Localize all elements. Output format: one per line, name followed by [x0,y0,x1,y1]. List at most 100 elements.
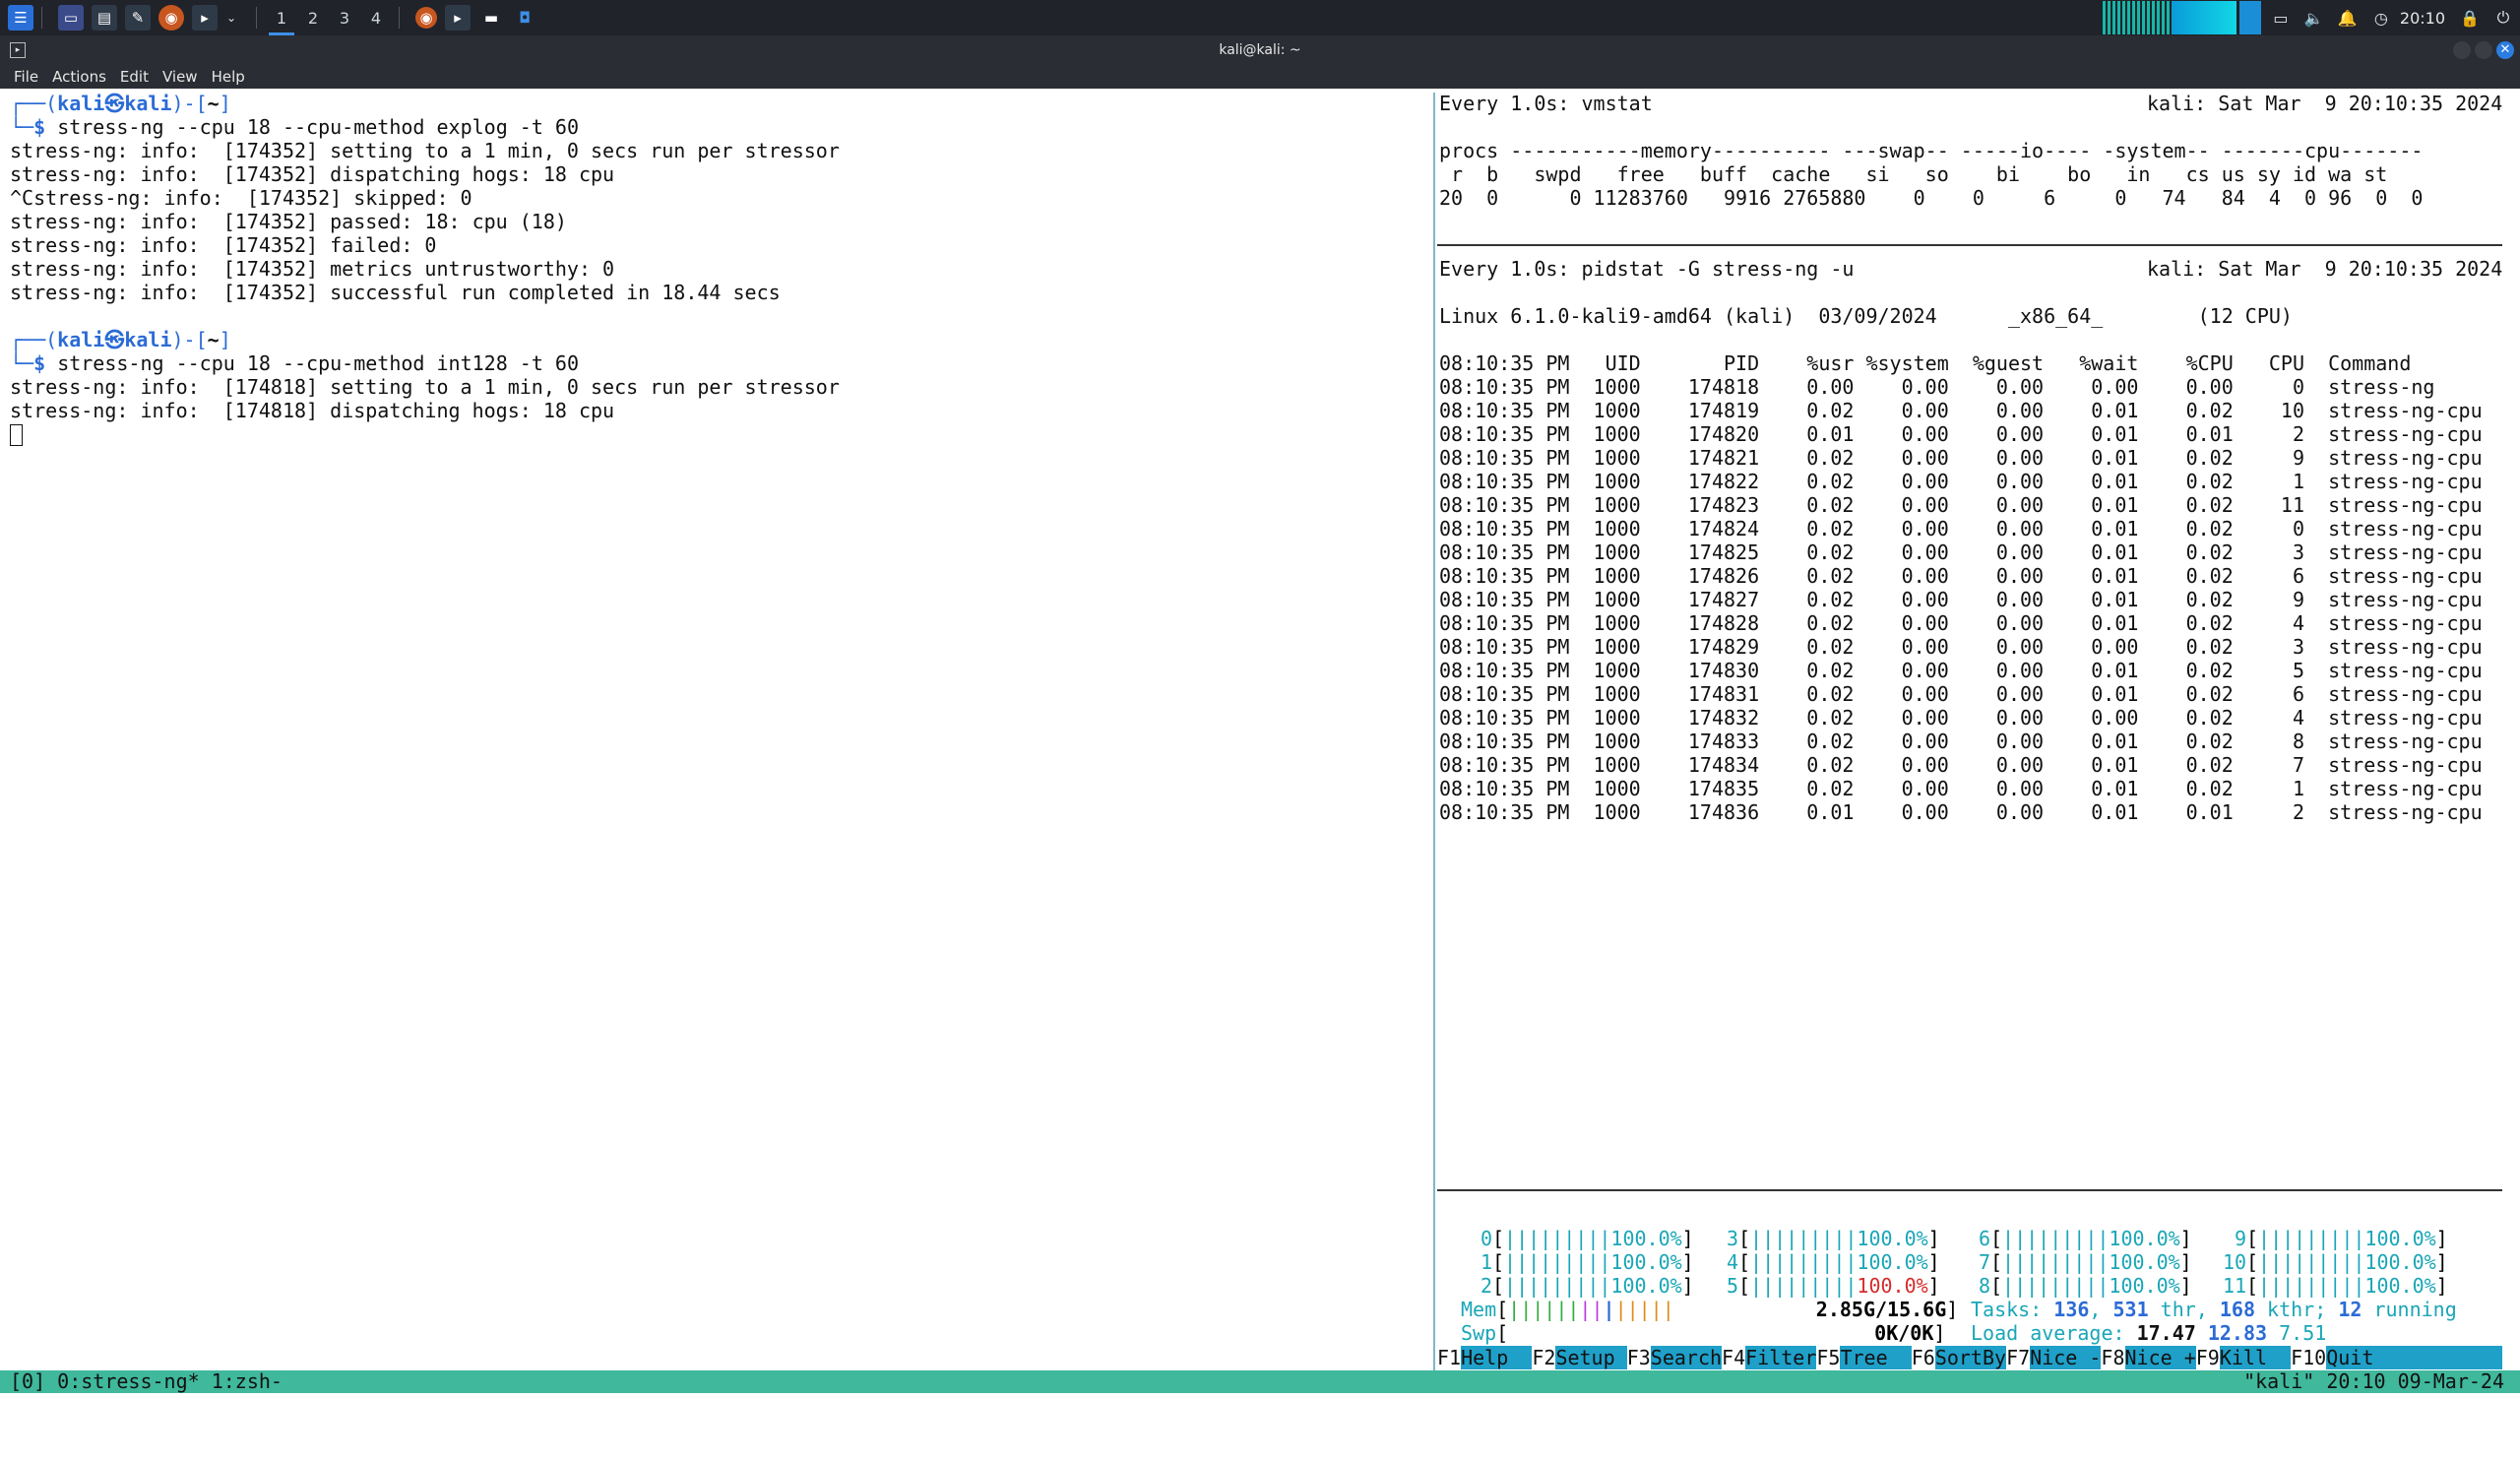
lock-icon[interactable]: 🔒 [2456,4,2484,32]
command-line-2: └─$ stress-ng --cpu 18 --cpu-method int1… [10,351,579,375]
output-line: stress-ng: info: [174352] metrics untrus… [10,257,615,281]
tasks-meter: Tasks: 136, 531 thr, 168 kthr; 12 runnin… [1971,1298,2457,1321]
volume-icon[interactable]: 🔈 [2300,4,2328,32]
terminal-task-icon[interactable]: ▸ [445,5,471,31]
cpu-meter: 2[|||||||||100.0%] [1469,1274,1694,1298]
htop-function-keys: F1 Help F2 Setup F3 Search F4 Filter F5 Tree F6… [1437,1346,2502,1369]
fkey-label[interactable]: F2 [1532,1346,1556,1369]
cpu-id: 7 [1978,1250,1990,1274]
fkey-action[interactable]: SortBy [1935,1346,2006,1369]
prompt-line-1: ┌──(kali㉿kali)-[~] [10,92,231,115]
window-titlebar[interactable]: ▸ kali@kali: ~ ✕ [0,35,2520,65]
swap-value: 0K/0K [1874,1321,1934,1345]
panel-separator [399,7,400,29]
command-line-1: └─$ stress-ng --cpu 18 --cpu-method expl… [10,115,579,139]
cpu-percent: 100.0% [1610,1274,1682,1298]
workspace-1[interactable]: 1 [267,9,296,35]
running-label: running [2362,1298,2457,1321]
swap-meter: Swp[0K/0K] [1461,1321,1946,1345]
fkey-label[interactable]: F5 [1816,1346,1841,1369]
pane-divider[interactable] [1433,93,1435,1372]
cpu-meter: 4[|||||||||100.0%] [1715,1250,1940,1274]
file-manager-icon[interactable]: ▤ [92,5,117,31]
cpu-meter: 10[|||||||||100.0%] [2223,1250,2448,1274]
fkey-action[interactable]: Kill [2220,1346,2291,1369]
table-row: 08:10:35 PM 1000 174828 0.02 0.00 0.00 0… [1439,611,2483,635]
command-text: stress-ng --cpu 18 --cpu-method explog -… [57,115,579,139]
cpu-percent: 100.0% [1857,1274,1928,1298]
cpu-percent: 100.0% [1857,1250,1928,1274]
menu-edit[interactable]: Edit [120,68,149,86]
fkey-action[interactable]: Filter [1745,1346,1816,1369]
fkey-action[interactable]: Quit [2326,1346,2397,1369]
fkey-action[interactable]: Setup [1555,1346,1626,1369]
cpu-meter: 9[|||||||||100.0%] [2223,1227,2448,1250]
cpu-id: 3 [1726,1227,1738,1250]
workspace-4[interactable]: 4 [361,9,391,28]
power-icon[interactable]: ⏻ [2489,4,2517,32]
fkey-label[interactable]: F1 [1437,1346,1462,1369]
fkey-label[interactable]: F4 [1722,1346,1746,1369]
workspace-2[interactable]: 2 [298,9,328,28]
cpu-id: 0 [1480,1227,1492,1250]
fkey-label[interactable]: F9 [2195,1346,2220,1369]
fkey-label[interactable]: F6 [1911,1346,1935,1369]
kali-menu-icon[interactable]: ☰ [8,5,33,31]
system-tray: ▭ 🔈 🔔 ◷ 20:10 🔒 ⏻ [2102,0,2520,35]
screenshot-task-icon[interactable]: ◘ [512,5,537,31]
workspace-3[interactable]: 3 [330,9,359,28]
firefox-task-icon[interactable]: ◉ [415,7,437,29]
text-editor-icon[interactable]: ✎ [125,5,151,31]
vmstat-groups: procs -----------memory---------- ---swa… [1439,139,2424,162]
menu-actions[interactable]: Actions [52,68,106,86]
notifications-bell-icon[interactable]: 🔔 [2334,4,2362,32]
fkey-action[interactable]: Nice - [2030,1346,2101,1369]
table-row: 08:10:35 PM 1000 174830 0.02 0.00 0.00 0… [1439,659,2483,682]
cpu-id: 11 [2223,1274,2247,1298]
output-line: stress-ng: info: [174818] dispatching ho… [10,399,615,422]
fkey-label[interactable]: F7 [2006,1346,2031,1369]
running-count: 12 [2338,1298,2362,1321]
prompt-line-2: ┌──(kali㉿kali)-[~] [10,328,231,351]
fkey-label[interactable]: F10 [2291,1346,2327,1369]
pidstat-columns: 08:10:35 PM UID PID %usr %system %guest … [1439,351,2412,375]
cpu-percent: 100.0% [1610,1227,1682,1250]
terminal-launcher-icon[interactable]: ▸ [192,5,218,31]
table-row: 08:10:35 PM 1000 174819 0.02 0.00 0.00 0… [1439,399,2483,422]
threads-label: thr, [2148,1298,2220,1321]
fkey-action[interactable]: Help [1461,1346,1532,1369]
tmux-windows[interactable]: [0] 0:stress-ng* 1:zsh- [10,1370,283,1393]
close-button[interactable]: ✕ [2496,41,2514,59]
panel-clock[interactable]: 20:10 [2400,9,2445,28]
maximize-button[interactable] [2475,41,2492,59]
window-task-icon[interactable]: ▬ [478,5,504,31]
vmstat-values: 20 0 0 11283760 9916 2765880 0 0 6 0 74 … [1439,186,2424,210]
chevron-down-icon[interactable]: ⌄ [218,4,245,32]
fkey-label[interactable]: F3 [1626,1346,1651,1369]
menu-help[interactable]: Help [212,68,245,86]
prompt-dir: ~ [207,92,220,115]
terminal-area[interactable]: ┌──(kali㉿kali)-[~] └─$ stress-ng --cpu 1… [0,89,2520,1413]
fkey-action[interactable]: Search [1651,1346,1722,1369]
minimize-button[interactable] [2453,41,2471,59]
table-row: 08:10:35 PM 1000 174835 0.02 0.00 0.00 0… [1439,777,2483,800]
menu-file[interactable]: File [14,68,38,86]
cpu-meter: 3[|||||||||100.0%] [1715,1227,1940,1250]
output-line: stress-ng: info: [174818] setting to a 1… [10,375,840,399]
cpu-meter: 8[|||||||||100.0%] [1967,1274,2192,1298]
load-5min: 12.83 [2207,1321,2268,1345]
fkey-label[interactable]: F8 [2101,1346,2125,1369]
table-row: 08:10:35 PM 1000 174823 0.02 0.00 0.00 0… [1439,493,2483,517]
cpu-meter: 5[|||||||||100.0%] [1715,1274,1940,1298]
fkey-action[interactable]: Tree [1840,1346,1911,1369]
pane-divider-horizontal[interactable] [1437,244,2502,246]
cpu-percent: 100.0% [2109,1250,2180,1274]
show-desktop-icon[interactable]: ▭ [58,5,84,31]
firefox-icon[interactable]: ◉ [158,5,184,31]
kthreads-count: 168 [2219,1298,2256,1321]
pane-divider-horizontal[interactable] [1437,1189,2502,1191]
cpu-meter: 1[|||||||||100.0%] [1469,1250,1694,1274]
fkey-action[interactable]: Nice + [2125,1346,2196,1369]
display-icon[interactable]: ▭ [2267,4,2295,32]
menu-view[interactable]: View [162,68,198,86]
